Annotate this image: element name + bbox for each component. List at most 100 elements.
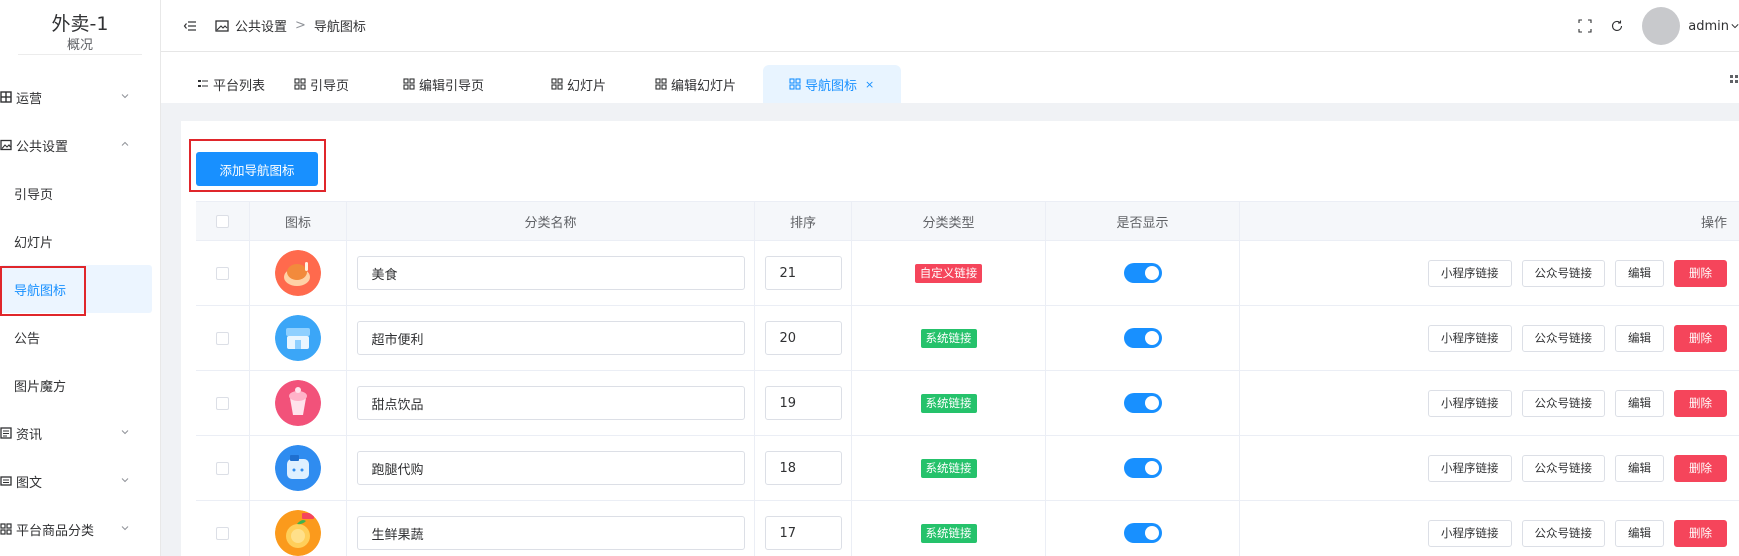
mini-program-link-button[interactable]: 小程序链接	[1428, 259, 1512, 287]
row-checkbox[interactable]	[216, 266, 229, 280]
edit-button[interactable]: 编辑	[1615, 324, 1664, 352]
tab-slideshow[interactable]: 幻灯片	[541, 65, 616, 103]
edit-button[interactable]: 编辑	[1615, 454, 1664, 482]
row-checkbox[interactable]	[216, 331, 229, 345]
delete-button[interactable]: 删除	[1674, 389, 1727, 417]
main-content: 添加导航图标 图标 分类名称 排序 分类类型 是否显示 操作 自定义链接 小程序…	[181, 121, 1739, 556]
visible-toggle[interactable]	[1123, 263, 1162, 283]
menu-fold-icon[interactable]	[183, 19, 197, 33]
grid-icon	[655, 78, 667, 90]
sidebar-item-news[interactable]: 资讯	[0, 409, 160, 457]
sidebar-item-label: 图文	[16, 475, 43, 491]
delete-button[interactable]: 删除	[1674, 519, 1727, 547]
visible-toggle[interactable]	[1123, 328, 1162, 348]
delete-button[interactable]: 删除	[1674, 454, 1727, 482]
link-type-tag: 系统链接	[920, 458, 977, 478]
mini-program-link-button[interactable]: 小程序链接	[1428, 454, 1512, 482]
avatar[interactable]	[1642, 7, 1681, 45]
row-select-cell	[196, 501, 250, 556]
category-name-input[interactable]	[356, 256, 745, 290]
top-header: 公共设置 > 导航图标 admin	[161, 0, 1739, 52]
official-account-link-button[interactable]: 公众号链接	[1521, 519, 1605, 547]
breadcrumb-item-public-settings[interactable]: 公共设置	[235, 16, 287, 35]
row-type-cell: 系统链接	[852, 371, 1046, 435]
sidebar-item-guide-page[interactable]: 引导页	[0, 169, 160, 217]
sidebar-item-picture-text[interactable]: 图文	[0, 457, 160, 505]
sort-input[interactable]	[764, 256, 842, 290]
delete-button[interactable]: 删除	[1674, 259, 1727, 287]
refresh-icon[interactable]	[1610, 19, 1624, 33]
visible-toggle[interactable]	[1123, 523, 1162, 543]
header-cell-visible: 是否显示	[1046, 202, 1240, 240]
edit-button[interactable]: 编辑	[1615, 259, 1664, 287]
sidebar-item-label: 资讯	[16, 427, 43, 443]
edit-button[interactable]: 编辑	[1615, 389, 1664, 417]
tabs-more-icon[interactable]	[1729, 72, 1739, 86]
row-checkbox[interactable]	[216, 461, 229, 475]
row-visible-cell	[1046, 371, 1240, 435]
grid-icon	[0, 91, 12, 103]
tab-guide-page[interactable]: 引导页	[284, 65, 359, 103]
row-icon-cell	[250, 436, 347, 500]
row-sort-cell	[755, 436, 852, 500]
sidebar-item-label: 引导页	[14, 187, 54, 203]
picture-text-icon	[0, 476, 12, 486]
chevron-down-icon[interactable]	[1731, 22, 1739, 30]
row-checkbox[interactable]	[216, 396, 229, 410]
sidebar-item-notice[interactable]: 公告	[0, 313, 160, 361]
fullscreen-icon[interactable]	[1578, 19, 1592, 33]
news-icon	[0, 427, 12, 439]
supermarket-icon	[275, 315, 321, 361]
tab-edit-slideshow[interactable]: 编辑幻灯片	[645, 65, 746, 103]
category-name-input[interactable]	[356, 321, 745, 355]
tab-edit-guide-page[interactable]: 编辑引导页	[393, 65, 494, 103]
row-checkbox[interactable]	[216, 526, 229, 540]
grid-icon	[789, 78, 801, 90]
official-account-link-button[interactable]: 公众号链接	[1521, 454, 1605, 482]
row-actions-cell: 小程序链接 公众号链接 编辑 删除	[1240, 501, 1739, 556]
row-select-cell	[196, 371, 250, 435]
row-select-cell	[196, 306, 250, 370]
mini-program-link-button[interactable]: 小程序链接	[1428, 389, 1512, 417]
row-sort-cell	[755, 241, 852, 305]
tabs-bar: 平台列表 引导页 编辑引导页 幻灯片 编辑幻灯片 导航图标 ×	[161, 52, 1739, 103]
sidebar-item-slideshow[interactable]: 幻灯片	[0, 217, 160, 265]
visible-toggle[interactable]	[1123, 458, 1162, 478]
username[interactable]: admin	[1688, 19, 1729, 34]
row-name-cell	[347, 371, 755, 435]
sort-input[interactable]	[764, 321, 842, 355]
official-account-link-button[interactable]: 公众号链接	[1521, 324, 1605, 352]
row-type-cell: 系统链接	[852, 501, 1046, 556]
visible-toggle[interactable]	[1123, 393, 1162, 413]
category-name-input[interactable]	[356, 516, 745, 550]
category-name-input[interactable]	[356, 451, 745, 485]
sidebar-item-public-settings[interactable]: 公共设置	[0, 121, 160, 169]
errand-icon	[275, 445, 321, 491]
category-name-input[interactable]	[356, 386, 745, 420]
edit-button[interactable]: 编辑	[1615, 519, 1664, 547]
tab-nav-icons[interactable]: 导航图标 ×	[763, 65, 901, 103]
link-type-tag: 系统链接	[920, 523, 977, 543]
sort-input[interactable]	[764, 516, 842, 550]
sidebar-item-platform-category[interactable]: 平台商品分类	[0, 505, 160, 553]
close-icon[interactable]: ×	[865, 78, 874, 91]
highlight-box-add-button	[189, 139, 326, 192]
brand-overview-link[interactable]: 概况	[0, 38, 160, 54]
mini-program-link-button[interactable]: 小程序链接	[1428, 324, 1512, 352]
official-account-link-button[interactable]: 公众号链接	[1521, 259, 1605, 287]
sort-input[interactable]	[764, 386, 842, 420]
food-icon	[275, 250, 321, 296]
sidebar-item-label: 公告	[14, 331, 41, 347]
sidebar-item-picture-cube[interactable]: 图片魔方	[0, 361, 160, 409]
sidebar-item-operations[interactable]: 运营	[0, 73, 160, 121]
tab-platform-list[interactable]: 平台列表	[187, 65, 275, 103]
grid-icon	[403, 78, 415, 90]
official-account-link-button[interactable]: 公众号链接	[1521, 389, 1605, 417]
delete-button[interactable]: 删除	[1674, 324, 1727, 352]
tab-label: 幻灯片	[567, 78, 607, 94]
sort-input[interactable]	[764, 451, 842, 485]
select-all-checkbox[interactable]	[216, 214, 229, 228]
dessert-drink-icon	[275, 380, 321, 426]
mini-program-link-button[interactable]: 小程序链接	[1428, 519, 1512, 547]
sidebar-item-label: 幻灯片	[14, 235, 54, 251]
